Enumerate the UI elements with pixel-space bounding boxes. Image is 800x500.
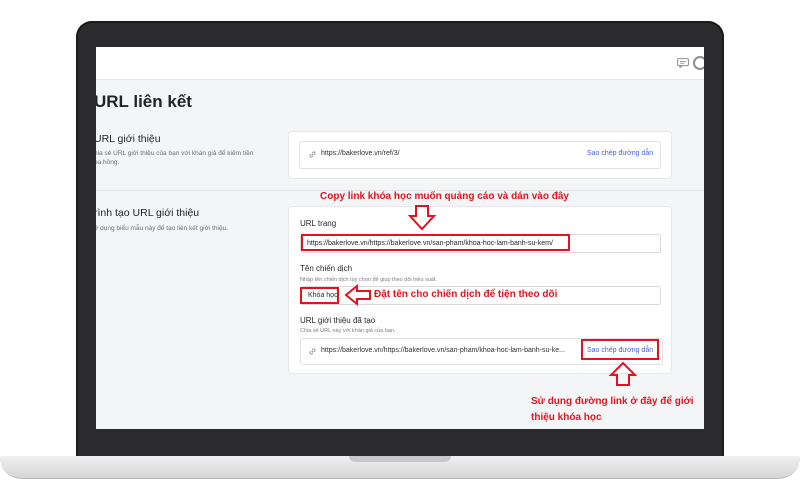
- annotation-use-link-line1: Sử dụng đường link ở đây để giới: [531, 396, 694, 407]
- annotation-use-link: Sử dụng đường link ở đây để giới thiệu k…: [531, 394, 693, 426]
- referral-url-text: https://bakerlove.vn/ref/3/: [321, 150, 400, 157]
- down-arrow-icon: [407, 205, 437, 231]
- referral-section-title: URL giới thiệu: [96, 133, 161, 145]
- link-icon: [309, 151, 316, 158]
- copy-generated-url-highlight: [581, 339, 659, 360]
- campaign-name-label: Tên chiến dịch: [300, 264, 353, 273]
- annotation-use-link-line2: thiệu khóa học: [531, 412, 602, 423]
- link-icon: [309, 348, 316, 355]
- page-url-label: URL trang: [300, 219, 337, 228]
- referral-section-desc-line2: oa hồng.: [96, 159, 120, 166]
- builder-section-title: rình tạo URL giới thiệu: [96, 207, 200, 219]
- user-avatar-icon[interactable]: [693, 56, 704, 70]
- referral-section-desc-line1: hia sẻ URL giới thiệu của bạn với khán g…: [96, 150, 254, 157]
- chat-bubble-icon[interactable]: [677, 58, 689, 68]
- referral-url-box: https://bakerlove.vn/ref/3/ Sao chép đườ…: [299, 141, 661, 169]
- referral-url-card: https://bakerlove.vn/ref/3/ Sao chép đườ…: [288, 131, 672, 179]
- annotation-name-campaign: Đặt tên cho chiến dịch để tiện theo dõi: [374, 289, 558, 300]
- page-title: URL liên kết: [96, 92, 192, 111]
- generated-url-help: Chia sẻ URL này với khán giả của bạn.: [300, 328, 396, 334]
- builder-section-desc: ử dụng biểu mẫu này để tạo liên kết giới…: [96, 225, 229, 232]
- generated-url-label: URL giới thiệu đã tạo: [300, 316, 376, 325]
- top-bar: [96, 47, 704, 80]
- campaign-name-help: Nhập tên chiến dịch tùy chọn để giúp the…: [300, 277, 437, 283]
- campaign-name-highlight: [300, 287, 339, 304]
- copy-referral-url-button[interactable]: Sao chép đường dẫn: [587, 150, 653, 157]
- laptop-base-notch: [349, 456, 451, 462]
- annotation-copy-link: Copy link khóa học muốn quảng cáo và dán…: [320, 191, 569, 202]
- left-arrow-icon: [344, 283, 371, 307]
- generated-url-text: https://bakerlove.vn/https://bakerlove.v…: [321, 347, 565, 354]
- page-url-highlight: [301, 234, 570, 251]
- up-arrow-icon: [608, 361, 638, 386]
